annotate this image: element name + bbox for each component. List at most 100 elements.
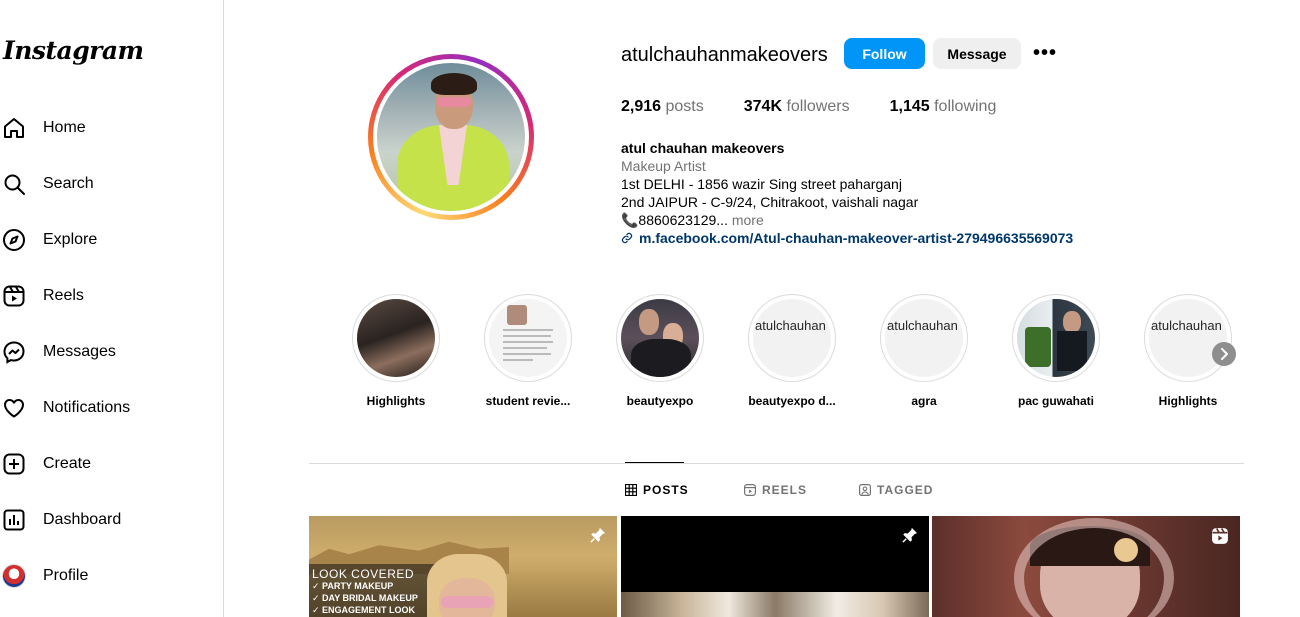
highlight-item[interactable]: atulchauhan highlight sto agra (880, 294, 968, 408)
highlight-label: beautyexpo (626, 394, 694, 408)
pin-icon (901, 526, 919, 549)
pin-icon (589, 526, 607, 549)
highlight-cover: atulchauhan highlight sto (885, 299, 963, 377)
nav-create[interactable]: Create (0, 444, 215, 484)
highlight-item[interactable]: Highlights (352, 294, 440, 408)
message-button[interactable]: Message (933, 38, 1021, 69)
nav-notifications-label: Notifications (43, 399, 131, 416)
post-overlay-line: ✓ PARTY MAKEUP (312, 581, 394, 591)
tab-posts-label: POSTS (643, 483, 689, 497)
following-stat[interactable]: 1,145 following (890, 98, 997, 116)
nav-profile[interactable]: Profile (0, 556, 215, 596)
highlight-cover: atulchauhan highlight sto (1149, 299, 1227, 377)
posts-count: 2,916 (621, 98, 662, 115)
nav-messages-label: Messages (43, 343, 116, 360)
more-options-icon[interactable]: ••• (1032, 42, 1058, 64)
tab-tagged-label: TAGGED (877, 483, 934, 497)
nav-reels[interactable]: Reels (0, 276, 215, 316)
chevron-right-icon[interactable] (1212, 342, 1236, 366)
following-count: 1,145 (889, 98, 930, 115)
posts-label: posts (665, 98, 704, 115)
bio-link-text: m.facebook.com/Atul-chauhan-makeover-art… (639, 230, 1074, 246)
post-overlay-line: ✓ DAY BRIDAL MAKEUP (312, 593, 418, 603)
nav-search-label: Search (43, 175, 94, 192)
nav-dashboard-label: Dashboard (43, 511, 122, 528)
bio-line-2: 2nd JAIPUR - C-9/24, Chitrakoot, vaishal… (621, 194, 919, 210)
nav-search[interactable]: Search (0, 164, 215, 204)
highlight-label: pac guwahati (1017, 394, 1094, 408)
post-overlay-line: LOOK COVERED (312, 567, 415, 581)
instagram-logo[interactable]: Instagram (3, 36, 144, 65)
bio-external-link[interactable]: m.facebook.com/Atul-chauhan-makeover-art… (621, 229, 1073, 247)
highlight-alt-text: atulchauhan highlight sto (1151, 318, 1227, 333)
highlight-cover (489, 299, 567, 377)
compass-icon (0, 226, 28, 254)
profile-avatar[interactable] (368, 54, 534, 220)
post-overlay-text: LOOK COVERED ✓ PARTY MAKEUP ✓ DAY BRIDAL… (312, 568, 418, 616)
profile-username: atulchauhanmakeovers (621, 44, 828, 66)
highlight-label: Highlights (366, 394, 426, 408)
tab-posts[interactable]: POSTS (625, 483, 689, 497)
bio-more-link[interactable]: more (732, 212, 764, 228)
post-overlay-line: ✓ ENGAGEMENT LOOK (312, 605, 416, 615)
followers-count: 374K (743, 98, 782, 115)
highlight-cover (1017, 299, 1095, 377)
highlight-alt-text: atulchauhan highlight sto (755, 318, 831, 333)
follow-button[interactable]: Follow (844, 38, 925, 69)
nav-create-label: Create (43, 455, 92, 472)
bio-category: Makeup Artist (621, 158, 706, 174)
tab-reels-label: REELS (762, 483, 808, 497)
following-label: following (934, 98, 997, 115)
highlight-alt-text: atulchauhan highlight sto (887, 318, 963, 333)
profile-bio: atul chauhan makeovers Makeup Artist 1st… (621, 139, 1073, 247)
heart-icon (0, 394, 28, 422)
reels-icon (0, 282, 28, 310)
nav-home[interactable]: Home (0, 108, 215, 148)
followers-stat[interactable]: 374K followers (744, 98, 850, 116)
nav-explore[interactable]: Explore (0, 220, 215, 260)
tab-tagged[interactable]: TAGGED (859, 483, 933, 497)
post-tile[interactable] (932, 516, 1240, 617)
bio-line-1: 1st DELHI - 1856 wazir Sing street pahar… (621, 176, 902, 192)
home-icon (0, 114, 28, 142)
followers-label: followers (786, 98, 850, 115)
tagged-icon (859, 484, 871, 496)
post-tile[interactable]: LOOK COVERED ✓ PARTY MAKEUP ✓ DAY BRIDAL… (309, 516, 617, 617)
bio-line-3: 📞8860623129... more (621, 211, 1073, 229)
link-icon (621, 232, 633, 244)
messenger-icon (0, 338, 28, 366)
tab-reels[interactable]: REELS (744, 483, 807, 497)
nav-reels-label: Reels (43, 287, 84, 304)
highlight-item[interactable]: beautyexpo (616, 294, 704, 408)
profile-stats: 2,916 posts 374K followers 1,145 followi… (621, 98, 1036, 116)
highlight-cover (621, 299, 699, 377)
bio-name: atul chauhan makeovers (621, 140, 785, 156)
highlight-item[interactable]: atulchauhan highlight sto beautyexpo d..… (748, 294, 836, 408)
dashboard-icon (0, 506, 28, 534)
nav-dashboard[interactable]: Dashboard (0, 500, 215, 540)
grid-icon (625, 484, 637, 496)
profile-photo (377, 63, 525, 211)
highlight-item[interactable]: pac guwahati (1012, 294, 1100, 408)
highlight-label: student revie... (485, 394, 571, 408)
nav-home-label: Home (43, 119, 86, 136)
plus-square-icon (0, 450, 28, 478)
highlight-label: Highlights (1158, 394, 1218, 408)
avatar (0, 562, 28, 590)
reels-icon (744, 484, 756, 496)
highlight-cover: atulchauhan highlight sto (753, 299, 831, 377)
nav-profile-label: Profile (43, 567, 89, 584)
highlight-label: agra (911, 394, 937, 408)
nav-messages[interactable]: Messages (0, 332, 215, 372)
reel-badge-icon (1210, 526, 1230, 551)
post-tile[interactable] (621, 516, 929, 617)
highlight-item[interactable]: student revie... (484, 294, 572, 408)
nav-explore-label: Explore (43, 231, 98, 248)
bio-phone: 📞8860623129... (621, 212, 728, 228)
highlight-cover (357, 299, 435, 377)
highlight-label: beautyexpo d... (748, 394, 836, 408)
posts-stat: 2,916 posts (621, 98, 704, 116)
nav-notifications[interactable]: Notifications (0, 388, 215, 428)
tabs-divider (309, 463, 1244, 464)
search-icon (0, 170, 28, 198)
